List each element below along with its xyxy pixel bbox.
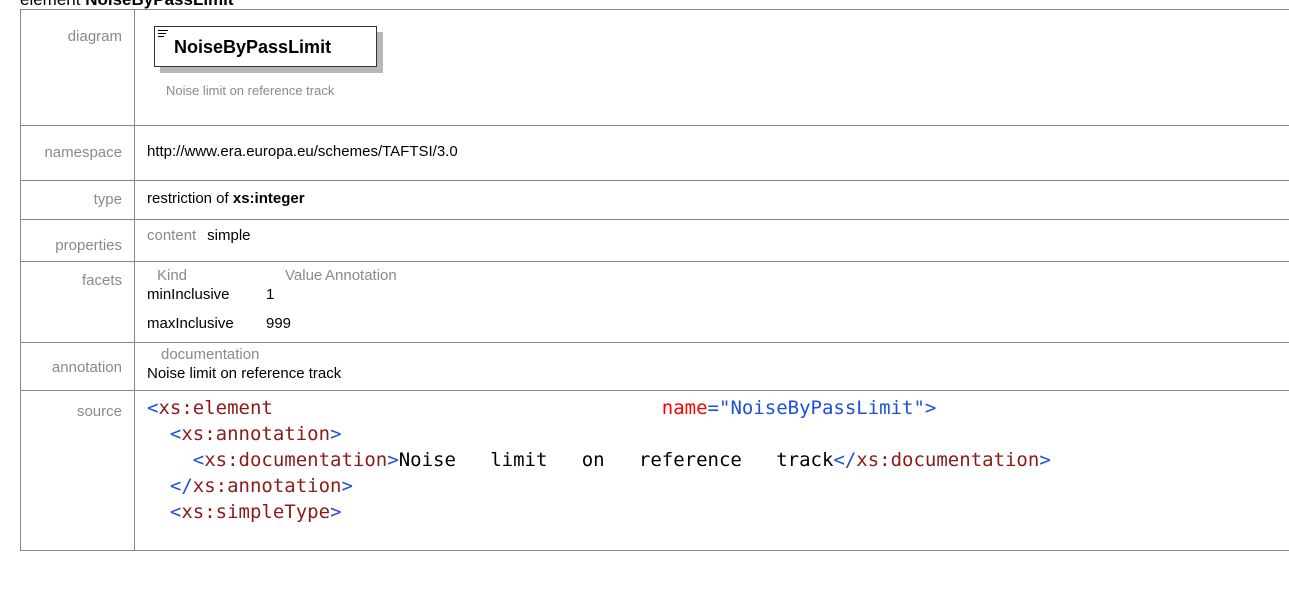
element-diagram[interactable]: NoiseByPassLimit Noise limit on referenc… xyxy=(154,26,377,98)
element-icon xyxy=(158,30,168,38)
facet-value-1: 999 xyxy=(266,315,292,332)
source-row: source <xs:element name="NoiseByPassLimi… xyxy=(20,390,1289,551)
annotation-key: documentation xyxy=(161,346,260,363)
annotation-value: documentation Noise limit on reference t… xyxy=(134,342,1289,391)
source-line-2: <xs:documentation>Noise limit on referen… xyxy=(192,449,1051,471)
element-diagram-name: NoiseByPassLimit xyxy=(174,37,332,57)
facets-header-annotation: Annotation xyxy=(325,267,397,284)
annotation-documentation: Noise limit on reference track xyxy=(147,365,342,382)
element-diagram-box[interactable]: NoiseByPassLimit xyxy=(154,26,377,67)
namespace-row: namespace http://www.era.europa.eu/schem… xyxy=(20,125,1289,181)
facet-value-0: 1 xyxy=(266,286,275,303)
type-base: xs:integer xyxy=(232,190,305,207)
facets-header-value: Value xyxy=(285,267,323,284)
element-diagram-caption: Noise limit on reference track xyxy=(166,83,335,98)
diagram-row: diagram NoiseByPassLimit Noise limit on … xyxy=(20,9,1289,126)
namespace-value: http://www.era.europa.eu/schemes/TAFTSI/… xyxy=(134,125,1289,181)
facets-value: Kind Value Annotation minInclusive 1 max… xyxy=(134,261,1289,343)
properties-key: content xyxy=(147,227,197,244)
namespace-label: namespace xyxy=(20,125,135,181)
source-code: <xs:element name="NoiseByPassLimit"> <xs… xyxy=(134,390,1289,551)
type-row: type restriction of xs:integer xyxy=(20,180,1289,220)
source-line-3: </xs:annotation> xyxy=(169,475,353,497)
facets-label: facets xyxy=(20,261,135,343)
diagram-label: diagram xyxy=(20,9,135,126)
facets-table: Kind Value Annotation minInclusive 1 max… xyxy=(147,267,1289,342)
annotation-row: annotation documentation Noise limit on … xyxy=(20,342,1289,391)
facet-kind-1: maxInclusive xyxy=(147,315,234,332)
source-line-1: <xs:annotation> xyxy=(169,423,342,445)
type-prefix: restriction of xyxy=(147,190,229,207)
source-line-4: <xs:simpleType> xyxy=(169,501,342,523)
type-value: restriction of xs:integer xyxy=(134,180,1289,220)
facet-kind-0: minInclusive xyxy=(147,286,230,303)
type-label: type xyxy=(20,180,135,220)
diagram-cell: NoiseByPassLimit Noise limit on referenc… xyxy=(134,9,1289,126)
page-title-prefix: element xyxy=(20,0,80,9)
properties-content-value: simple xyxy=(207,227,251,244)
source-label: source xyxy=(20,390,135,551)
facets-header-kind: Kind xyxy=(157,267,188,284)
properties-value: content simple xyxy=(134,219,1289,262)
properties-label: properties xyxy=(20,219,135,262)
annotation-label: annotation xyxy=(20,342,135,391)
element-doc-table: diagram NoiseByPassLimit Noise limit on … xyxy=(20,9,1289,551)
facets-row: facets Kind Value Annotation minInclusiv… xyxy=(20,261,1289,343)
source-line-0: <xs:element name="NoiseByPassLimit"> xyxy=(147,397,937,419)
properties-row: properties content simple xyxy=(20,219,1289,262)
page-title-element-name: NoiseByPassLimit xyxy=(85,0,233,9)
